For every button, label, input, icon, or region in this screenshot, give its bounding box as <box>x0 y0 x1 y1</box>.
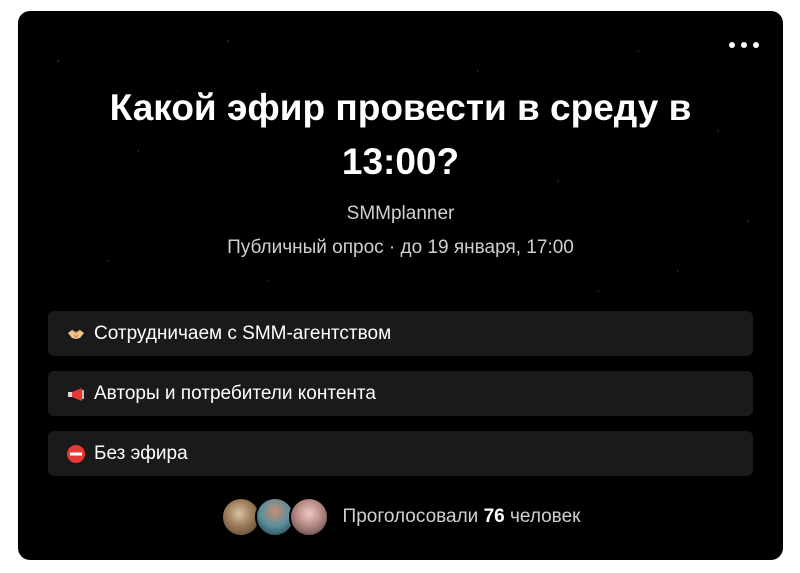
avatar <box>288 497 329 537</box>
dot-icon <box>729 42 735 48</box>
poll-option-3[interactable]: Без эфира <box>48 431 753 476</box>
votes-prefix: Проголосовали <box>342 506 479 527</box>
poll-options: Сотрудничаем с SMM-агентством Авторы и п… <box>48 311 753 491</box>
megaphone-icon <box>66 384 86 404</box>
poll-option-2[interactable]: Авторы и потребители контента <box>48 371 753 416</box>
handshake-icon <box>66 324 86 344</box>
dot-icon <box>753 42 759 48</box>
votes-count: 76 <box>483 506 505 527</box>
votes-suffix: человек <box>509 506 581 527</box>
poll-voters[interactable]: Проголосовали 76 человек <box>18 497 783 537</box>
poll-card: Какой эфир провести в среду в 13:00? SMM… <box>18 11 783 560</box>
poll-author[interactable]: SMMplanner <box>18 203 783 225</box>
votes-count-text: Проголосовали 76 человек <box>343 506 581 528</box>
poll-option-1[interactable]: Сотрудничаем с SMM-агентством <box>48 311 753 356</box>
no-entry-icon <box>66 444 86 464</box>
poll-option-label: Без эфира <box>94 442 188 464</box>
voter-avatars[interactable] <box>220 497 329 537</box>
poll-title: Какой эфир провести в среду в 13:00? <box>109 87 692 182</box>
poll-meta: Публичный опрос · до 19 января, 17:00 <box>227 237 574 258</box>
poll-option-label: Авторы и потребители контента <box>94 382 376 404</box>
dot-icon <box>741 42 747 48</box>
poll-option-label: Сотрудничаем с SMM-агентством <box>94 322 392 344</box>
more-options-button[interactable] <box>729 39 759 51</box>
